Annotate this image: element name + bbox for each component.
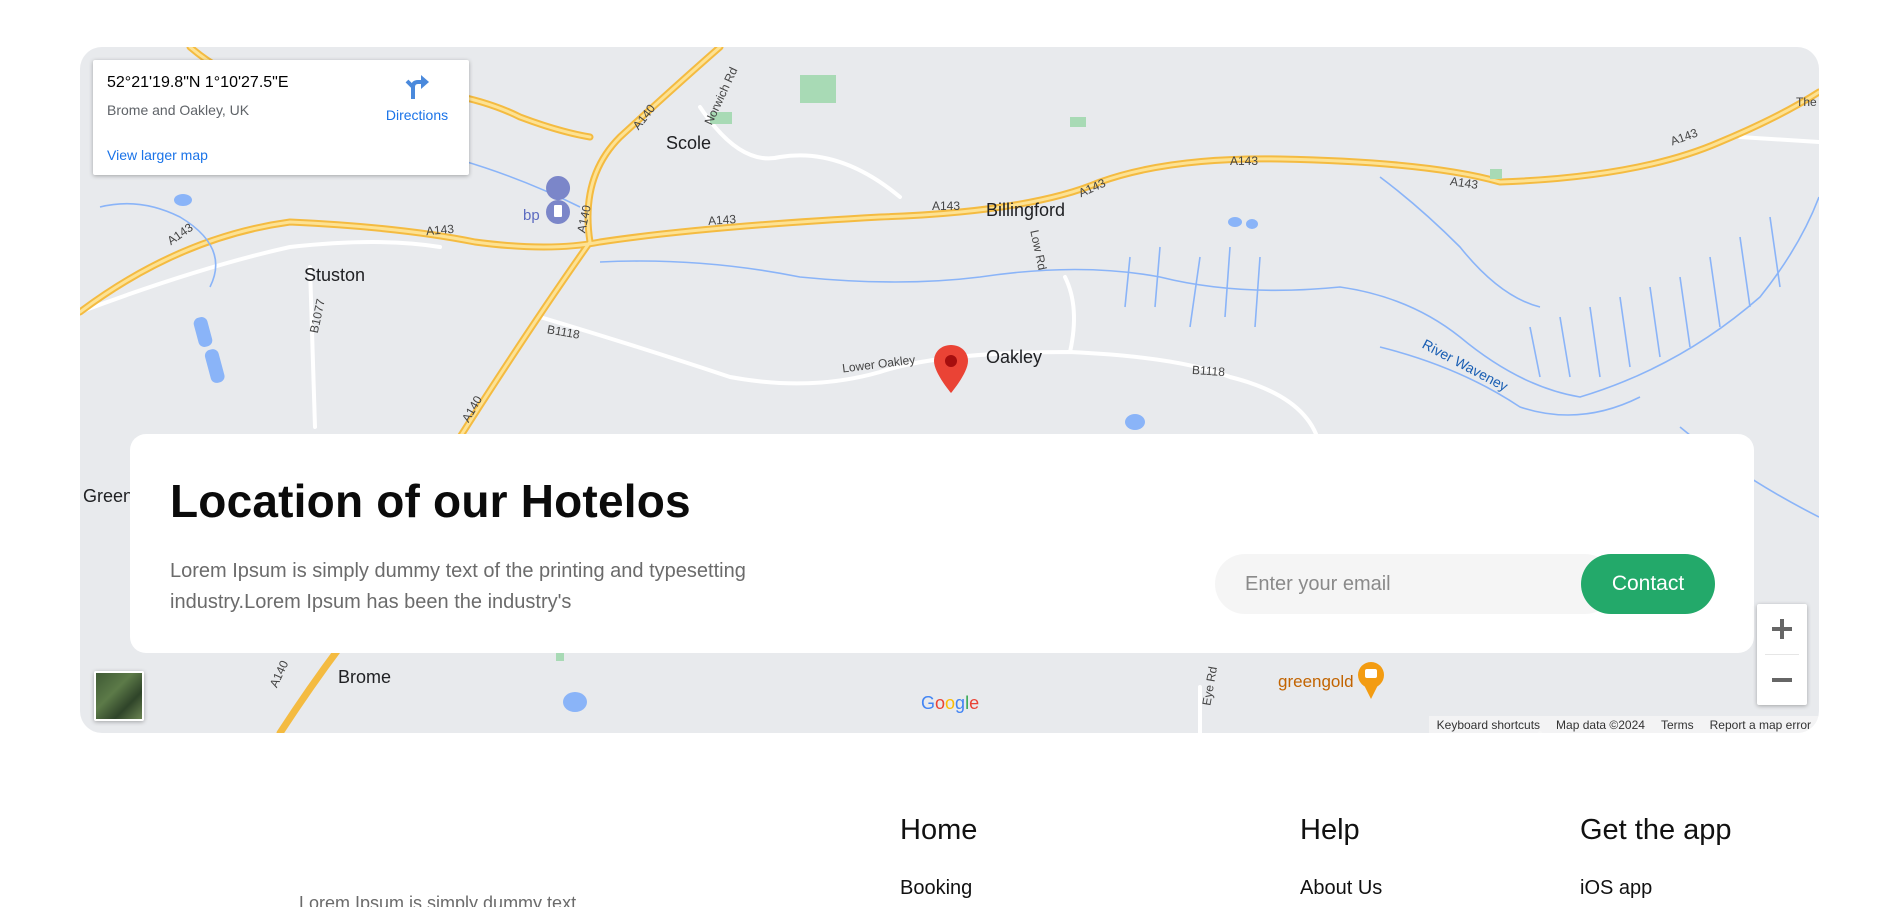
email-input[interactable] <box>1215 554 1615 614</box>
map-label-scole: Scole <box>666 133 712 153</box>
map-info-card: 52°21'19.8"N 1°10'27.5"E Brome and Oakle… <box>93 60 469 175</box>
terms-link[interactable]: Terms <box>1661 718 1694 732</box>
map-label-billingford: Billingford <box>986 200 1066 220</box>
map-address: Brome and Oakley, UK <box>107 102 250 118</box>
map-coordinates: 52°21'19.8"N 1°10'27.5"E <box>107 74 289 91</box>
map-data-text: Map data ©2024 <box>1556 717 1645 732</box>
map-attribution: Keyboard shortcuts Map data ©2024 Terms … <box>1428 716 1819 733</box>
map-label-road: A143 <box>932 199 961 213</box>
map-label-stuston: Stuston <box>304 265 366 285</box>
map-label-oakley: Oakley <box>986 347 1043 367</box>
map-label-road: B1118 <box>1191 362 1226 380</box>
map-label-bp: bp <box>523 207 540 224</box>
footer-column-app: Get the app iOS app <box>1580 814 1732 900</box>
footer-link-about-us[interactable]: About Us <box>1300 877 1382 900</box>
directions-button[interactable]: Directions <box>377 72 457 123</box>
map-label-the: The <box>1796 95 1817 109</box>
footer-link-ios-app[interactable]: iOS app <box>1580 877 1732 900</box>
zoom-in-button[interactable] <box>1757 604 1807 654</box>
footer-link-booking[interactable]: Booking <box>900 877 977 900</box>
plus-icon <box>1772 619 1792 639</box>
contact-card: Location of our Hotelos Lorem Ipsum is s… <box>130 434 1754 653</box>
view-larger-map-link[interactable]: View larger map <box>107 147 208 163</box>
section-description: Lorem Ipsum is simply dummy text of the … <box>170 560 746 613</box>
map-label-road: A143 <box>707 212 737 228</box>
footer-column-home: Home Booking <box>900 814 977 900</box>
keyboard-shortcuts-link[interactable]: Keyboard shortcuts <box>1437 718 1540 732</box>
directions-icon <box>405 75 429 99</box>
map-label-greengold: greengold <box>1278 672 1354 691</box>
footer-heading: Home <box>900 814 978 846</box>
zoom-controls <box>1757 604 1807 705</box>
directions-label: Directions <box>385 107 449 123</box>
map-label-road: A143 <box>1230 154 1259 168</box>
map-embed[interactable]: Scole Billingford Stuston Oakley Brome G… <box>80 47 1819 733</box>
footer-column-help: Help About Us <box>1300 814 1382 900</box>
contact-button[interactable]: Contact <box>1581 554 1715 614</box>
zoom-out-button[interactable] <box>1757 655 1807 705</box>
minus-icon <box>1772 678 1792 682</box>
map-label-road: A143 <box>425 221 455 239</box>
google-logo: Google <box>921 693 980 713</box>
footer-heading: Get the app <box>1580 814 1732 846</box>
section-title: Location of our Hotelos <box>170 475 691 527</box>
map-label-brome: Brome <box>338 667 392 687</box>
satellite-toggle-button[interactable] <box>94 671 144 721</box>
footer-heading: Help <box>1300 814 1360 846</box>
location-pin-icon[interactable] <box>934 345 968 393</box>
map-label-green: Green <box>83 486 134 506</box>
footer-about-text: Lorem Ipsum is simply dummy text <box>299 893 577 907</box>
report-map-error-link[interactable]: Report a map error <box>1710 718 1811 732</box>
